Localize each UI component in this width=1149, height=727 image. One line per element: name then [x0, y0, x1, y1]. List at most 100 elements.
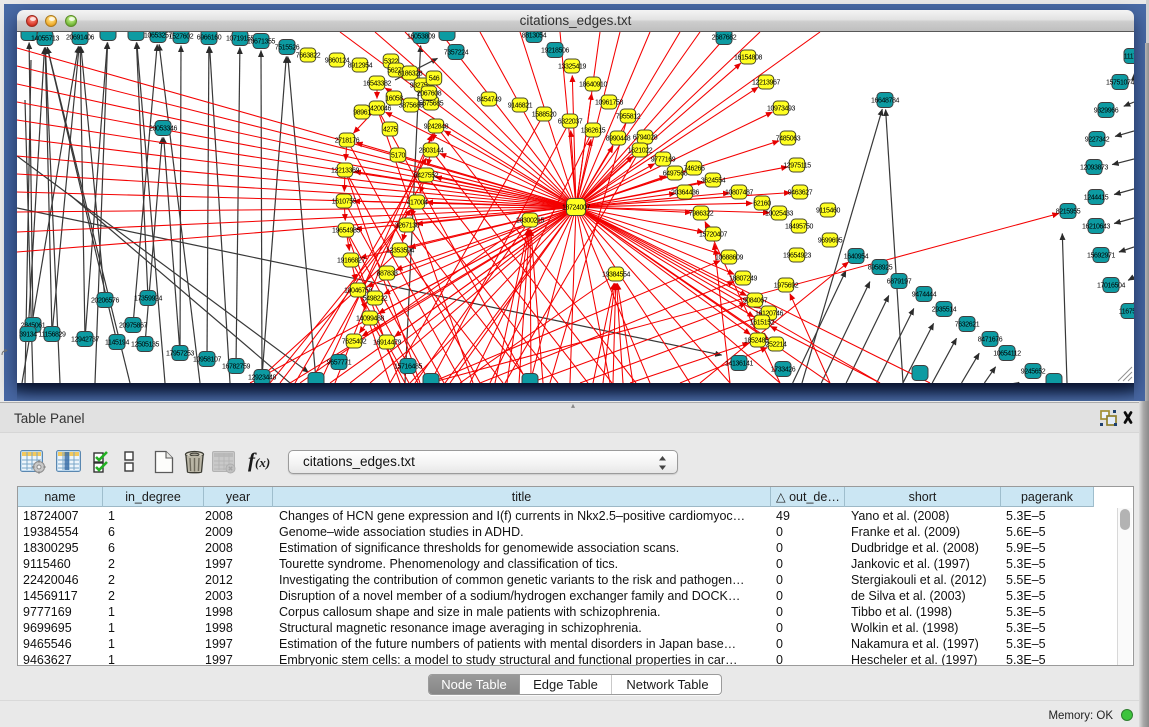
svg-text:17359924: 17359924	[134, 296, 162, 303]
svg-text:5170: 5170	[391, 153, 405, 160]
svg-text:10961758: 10961758	[595, 100, 623, 107]
svg-text:10688609: 10688609	[715, 255, 743, 262]
svg-text:1588520: 1588520	[532, 112, 557, 119]
svg-text:12505135: 12505135	[131, 342, 159, 349]
svg-text:746266: 746266	[684, 166, 705, 173]
svg-text:20691406: 20691406	[66, 35, 94, 42]
svg-text:8215955: 8215955	[1056, 209, 1081, 216]
svg-text:1527602: 1527602	[169, 34, 194, 41]
svg-text:12093873: 12093873	[1080, 165, 1108, 172]
svg-text:417004: 417004	[407, 200, 428, 207]
svg-text:9474444: 9474444	[912, 292, 937, 299]
svg-text:8912954: 8912954	[348, 63, 373, 70]
svg-text:9777169: 9777169	[651, 157, 676, 164]
svg-text:16058: 16058	[385, 96, 403, 103]
svg-text:7955812: 7955812	[616, 114, 641, 121]
svg-text:1244415: 1244415	[1084, 195, 1109, 202]
svg-text:116753: 116753	[1119, 309, 1134, 316]
svg-text:20975867: 20975867	[119, 323, 147, 330]
svg-text:15716485: 15716485	[394, 364, 422, 371]
svg-text:12975115: 12975115	[783, 163, 811, 170]
svg-text:17957253: 17957253	[166, 351, 194, 358]
svg-text:15720407: 15720407	[699, 232, 727, 239]
svg-text:19654923: 19654923	[783, 253, 811, 260]
svg-text:546: 546	[429, 76, 440, 83]
svg-text:2803144: 2803144	[419, 148, 444, 155]
svg-text:20053346: 20053346	[149, 126, 177, 133]
svg-text:18724007: 18724007	[562, 205, 590, 212]
svg-text:1621022: 1621022	[628, 148, 653, 155]
svg-text:11156829: 11156829	[39, 332, 66, 339]
svg-text:1640954: 1640954	[844, 254, 869, 261]
svg-text:1362615: 1362615	[581, 128, 606, 135]
svg-text:10958107: 10958107	[193, 357, 221, 364]
svg-text:19654985: 19654985	[332, 228, 360, 235]
svg-text:20206576: 20206576	[91, 298, 119, 305]
svg-text:2718176: 2718176	[335, 138, 360, 145]
svg-text:9242848: 9242848	[424, 124, 449, 131]
svg-text:8813054: 8813054	[522, 33, 547, 40]
svg-text:1610755: 1610755	[332, 199, 357, 206]
svg-text:6966160: 6966160	[197, 35, 222, 42]
svg-text:887833: 887833	[377, 271, 398, 278]
svg-text:8454749: 8454749	[477, 97, 502, 104]
svg-text:39134: 39134	[19, 332, 37, 339]
svg-text:98961: 98961	[353, 110, 371, 117]
svg-text:7357224: 7357224	[444, 50, 469, 57]
svg-text:9084067: 9084067	[743, 298, 768, 305]
svg-text:19218506: 19218506	[541, 48, 569, 55]
svg-text:10025433: 10025433	[765, 211, 793, 218]
svg-text:7485063: 7485063	[776, 136, 801, 143]
svg-text:12213967: 12213967	[752, 80, 780, 87]
svg-text:12942737: 12942737	[71, 337, 99, 344]
svg-text:14136141: 14136141	[725, 361, 753, 368]
svg-text:7663822: 7663822	[296, 53, 321, 60]
svg-text:252214: 252214	[766, 342, 787, 349]
svg-text:16543382: 16543382	[363, 81, 391, 88]
svg-text:62160: 62160	[753, 201, 771, 208]
svg-text:15751074: 15751074	[1106, 80, 1134, 87]
svg-text:15692971: 15692971	[1087, 253, 1115, 260]
svg-text:16210643: 16210643	[1082, 224, 1110, 231]
svg-text:1733426: 1733426	[771, 367, 796, 374]
svg-text:8958925: 8958925	[868, 265, 893, 272]
svg-text:2687682: 2687682	[712, 35, 737, 42]
svg-text:8186328: 8186328	[398, 71, 423, 78]
svg-text:18640910: 18640910	[579, 82, 607, 89]
svg-text:16914479: 16914479	[373, 340, 401, 347]
svg-text:9657771: 9657771	[327, 360, 352, 367]
svg-text:9329966: 9329966	[1094, 108, 1119, 115]
svg-text:8990448: 8990448	[606, 136, 631, 143]
svg-text:16648784: 16648784	[871, 98, 899, 105]
svg-text:3267130: 3267130	[395, 223, 420, 230]
svg-text:4275: 4275	[383, 127, 397, 134]
svg-text:12213369: 12213369	[331, 168, 359, 175]
svg-text:19384554: 19384554	[602, 272, 630, 279]
svg-text:14099488: 14099488	[356, 316, 384, 323]
svg-text:6794028: 6794028	[633, 135, 658, 142]
svg-text:12353594: 12353594	[386, 248, 414, 255]
svg-text:20300215: 20300215	[516, 218, 544, 225]
svg-text:9146821: 9146821	[508, 103, 533, 110]
svg-text:3875685: 3875685	[399, 103, 424, 110]
svg-text:14055713: 14055713	[31, 36, 59, 43]
svg-text:9227342: 9227342	[1085, 137, 1110, 144]
svg-text:10671355: 10671355	[247, 39, 275, 46]
svg-text:10654112: 10654112	[993, 351, 1021, 358]
svg-text:3624554: 3624554	[701, 178, 726, 185]
svg-text:18495750: 18495750	[785, 224, 813, 231]
svg-text:7625402: 7625402	[342, 339, 367, 346]
svg-text:7515526: 7515526	[275, 45, 300, 52]
svg-text:16053809: 16053809	[407, 34, 435, 41]
svg-text:16154808: 16154808	[734, 55, 762, 62]
svg-text:18807249: 18807249	[729, 276, 757, 283]
svg-text:11174: 11174	[1124, 54, 1134, 61]
svg-text:9245652: 9245652	[1021, 369, 1046, 376]
svg-text:9699695: 9699695	[818, 238, 843, 245]
svg-text:1145194: 1145194	[105, 340, 129, 347]
svg-text:1615152: 1615152	[750, 320, 775, 327]
svg-text:6879197: 6879197	[887, 279, 912, 286]
svg-text:2067608: 2067608	[417, 91, 442, 98]
svg-text:16782759: 16782759	[222, 364, 250, 371]
svg-text:10973493: 10973493	[767, 106, 795, 113]
